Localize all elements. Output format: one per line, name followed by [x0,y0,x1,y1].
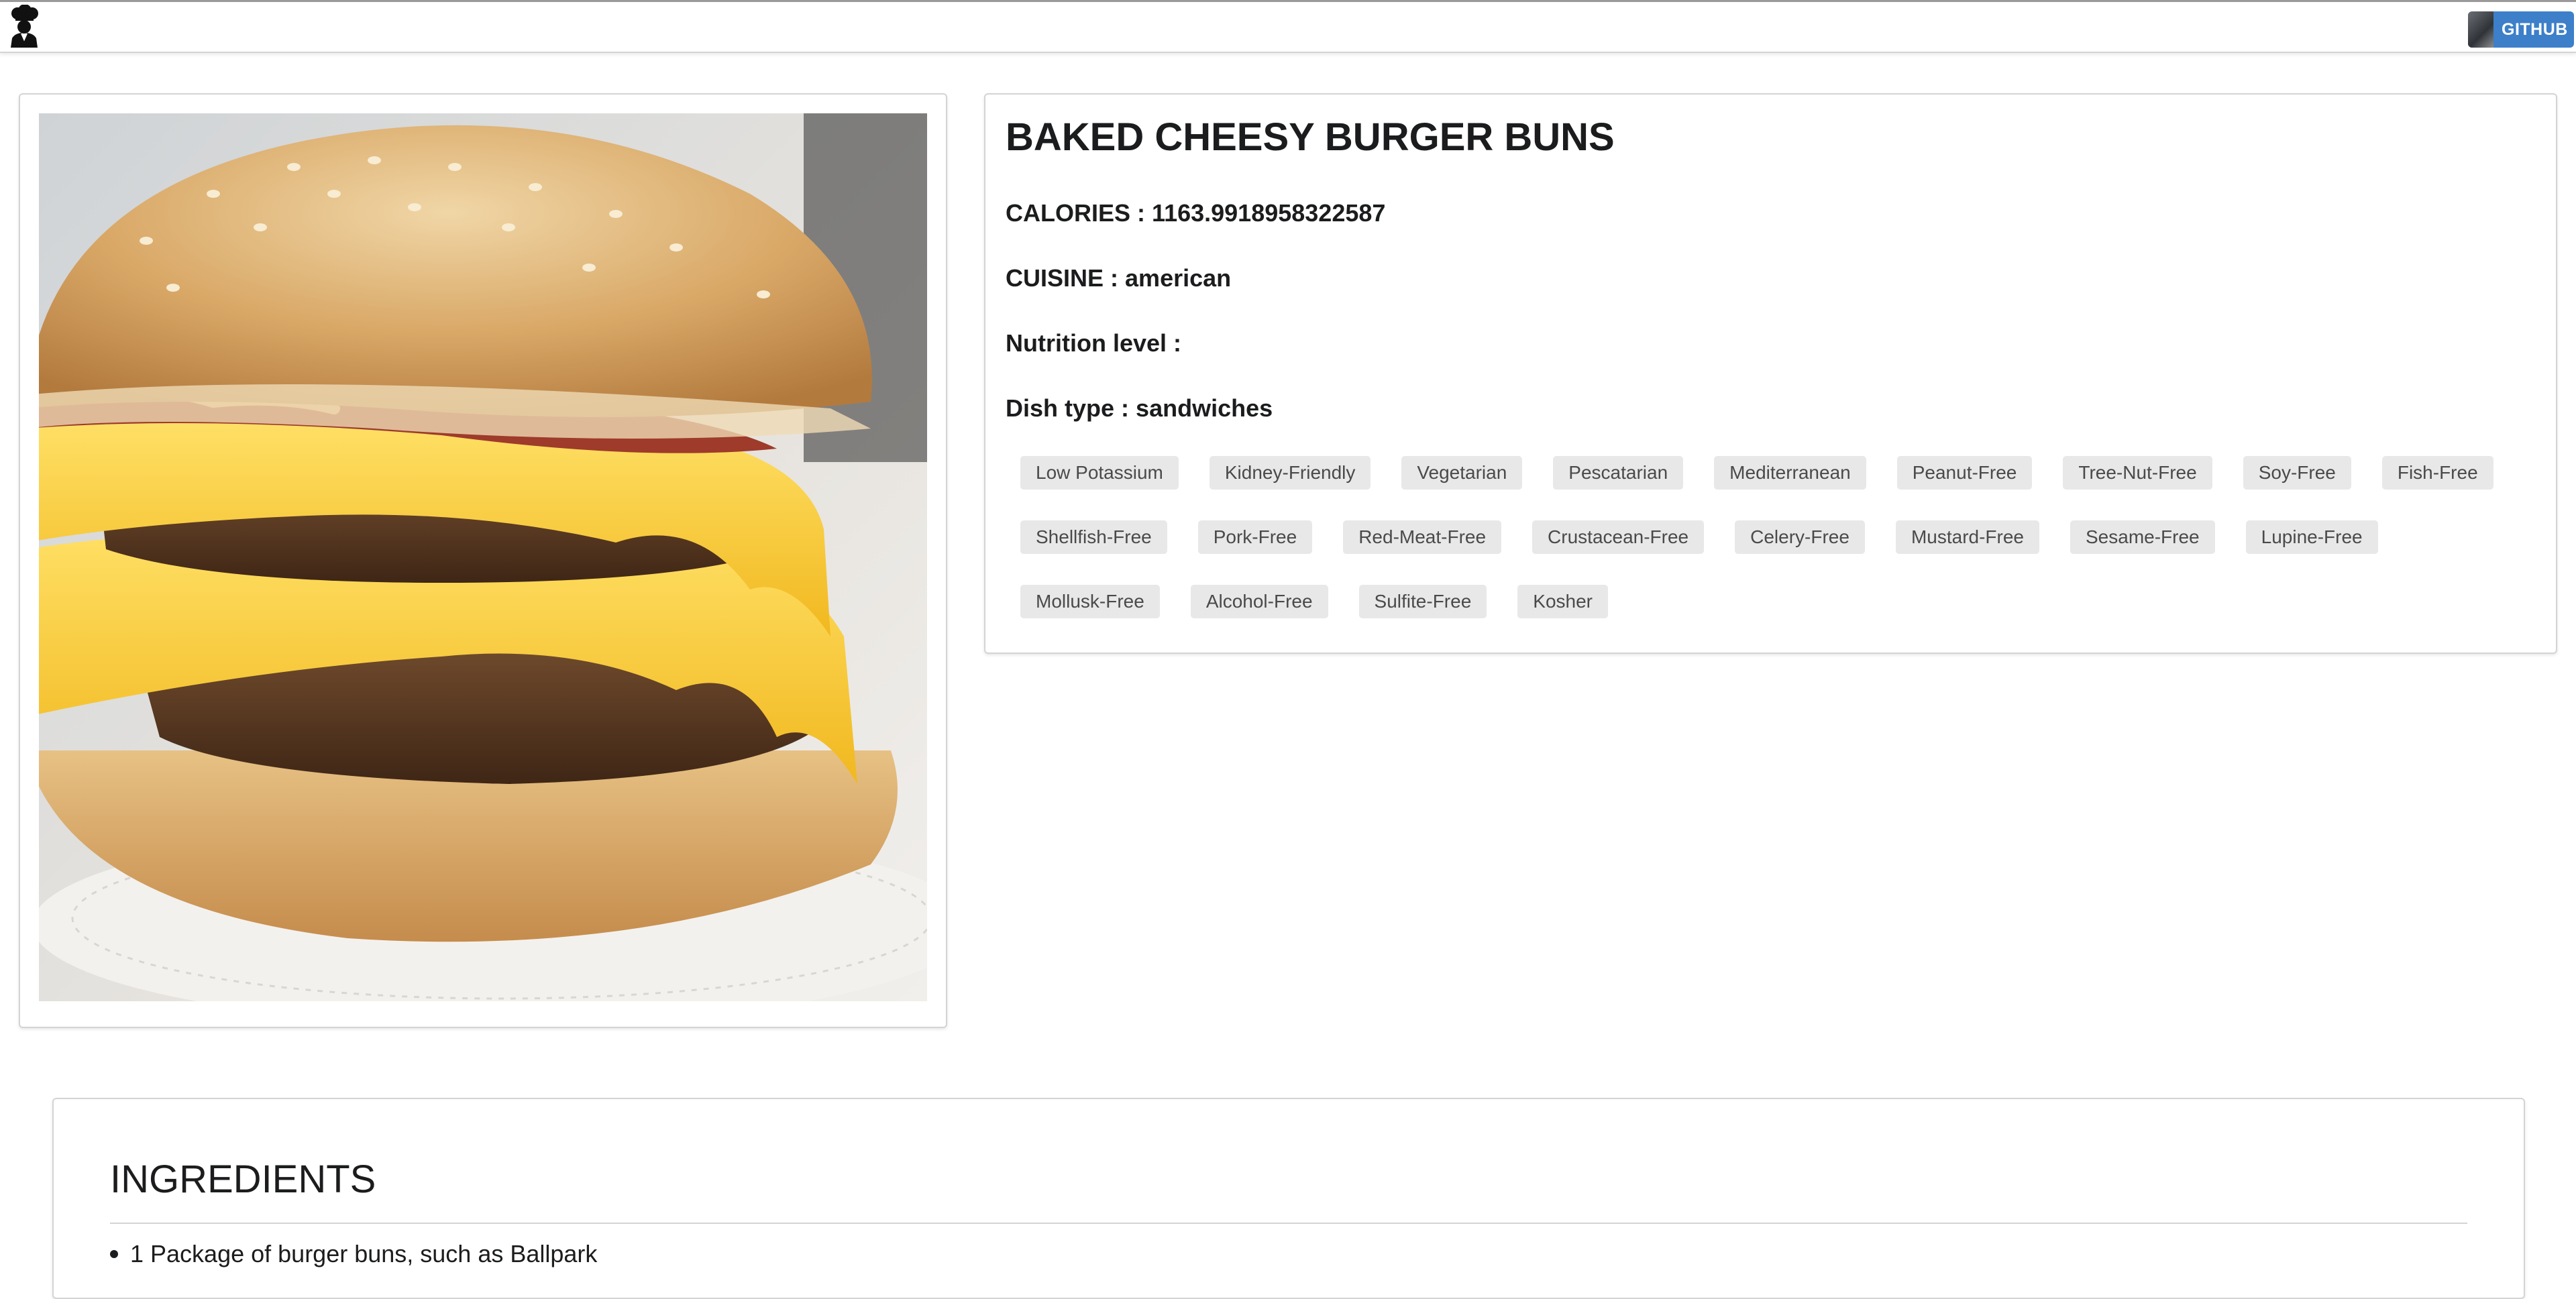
calories-value: 1163.9918958322587 [1152,199,1386,227]
health-labels: Low Potassium Kidney-Friendly Vegetarian Pe… [1020,455,2543,648]
calories-row: CALORIES : 1163.9918958322587 [1006,199,1385,227]
chef-icon[interactable] [7,4,42,49]
github-avatar-icon [2468,11,2493,48]
nutrition-row: Nutrition level : [1006,329,1181,357]
divider [110,1223,2467,1224]
ingredients-card: INGREDIENTS 1 Package of burger buns, su… [52,1098,2525,1299]
cuisine-value: american [1125,264,1232,292]
cuisine-row: CUISINE : american [1006,264,1231,292]
recipe-image-card [19,93,947,1028]
recipe-image [39,113,927,1001]
tag-row: Low Potassium Kidney-Friendly Vegetarian Pe… [1020,455,2543,490]
health-label-tag: Shellfish-Free [1020,520,1167,554]
calories-label: CALORIES : [1006,199,1146,227]
ingredients-title: INGREDIENTS [110,1157,376,1201]
dish-type-label: Dish type : [1006,394,1130,422]
health-label-tag: Celery-Free [1735,520,1865,554]
health-label-tag: Lupine-Free [2245,520,2378,554]
nutrition-label: Nutrition level : [1006,329,1182,357]
ingredient-item: 1 Package of burger buns, such as Ballpa… [110,1240,597,1268]
health-label-tag: Crustacean-Free [1532,520,1705,554]
github-button[interactable]: GITHUB [2468,11,2574,48]
health-label-tag: Soy-Free [2243,456,2351,490]
github-label: GITHUB [2502,19,2568,39]
tag-row: Mollusk-Free Alcohol-Free Sulfite-Free Kosh… [1020,584,2543,619]
health-label-tag: Low Potassium [1020,456,1179,490]
health-label-tag: Pescatarian [1553,456,1684,490]
ingredients-list: 1 Package of burger buns, such as Ballpa… [110,1240,597,1268]
health-label-tag: Alcohol-Free [1190,585,1328,618]
health-label-tag: Vegetarian [1401,456,1523,490]
top-nav-bar: GITHUB [0,0,2576,53]
health-label-tag: Pork-Free [1197,520,1313,554]
recipe-title: BAKED CHEESY BURGER BUNS [1006,115,1615,159]
health-label-tag: Mustard-Free [1895,520,2039,554]
dish-type-value: sandwiches [1136,394,1273,422]
bullet-icon [110,1250,118,1258]
health-label-tag: Mediterranean [1714,456,1866,490]
health-label-tag: Mollusk-Free [1020,585,1160,618]
recipe-info-card: BAKED CHEESY BURGER BUNS CALORIES : 1163… [984,93,2557,654]
cuisine-label: CUISINE : [1006,264,1119,292]
health-label-tag: Tree-Nut-Free [2063,456,2212,490]
health-label-tag: Sulfite-Free [1358,585,1487,618]
dish-type-row: Dish type : sandwiches [1006,394,1273,422]
health-label-tag: Kosher [1517,585,1608,618]
tag-row: Shellfish-Free Pork-Free Red-Meat-Free Crus… [1020,520,2543,555]
ingredient-text: 1 Package of burger buns, such as Ballpa… [130,1240,598,1267]
health-label-tag: Red-Meat-Free [1343,520,1502,554]
health-label-tag: Sesame-Free [2070,520,2215,554]
health-label-tag: Fish-Free [2381,456,2493,490]
health-label-tag: Peanut-Free [1896,456,2033,490]
health-label-tag: Kidney-Friendly [1209,456,1371,490]
